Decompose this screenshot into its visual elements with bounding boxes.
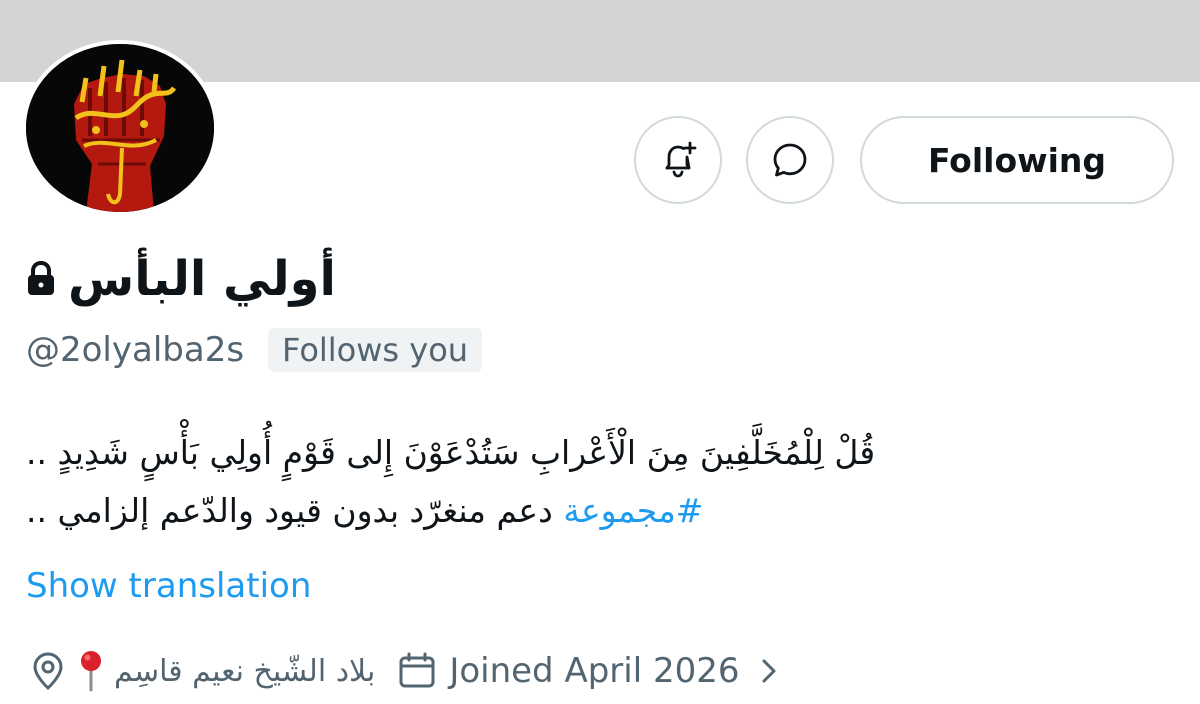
- location-pin-icon: [33, 652, 63, 691]
- location-text: بلاد الشّيخ نعيم قاسِم: [114, 653, 376, 689]
- red-pin-emoji: [81, 651, 101, 692]
- avatar[interactable]: [26, 44, 214, 212]
- bell-plus-icon: [665, 141, 697, 178]
- handle-row: @2olyalba2s Follows you: [26, 326, 483, 374]
- message-button[interactable]: [746, 116, 834, 204]
- joined-date: Joined April 2026: [449, 651, 740, 691]
- bio-line-2-text: دعم منغرّد بدون قيود والدّعم إلزامي ..: [26, 491, 564, 530]
- profile-meta-row: بلاد الشّيخ نعيم قاسِم Joined April 2026: [26, 644, 782, 698]
- hashtag-link[interactable]: #مجموعة: [563, 491, 703, 530]
- lock-icon: [28, 260, 54, 295]
- avatar-fist-calligraphy-image: [26, 44, 214, 212]
- display-name: أولي البأس: [68, 251, 336, 307]
- show-translation-link[interactable]: Show translation: [26, 566, 311, 606]
- chevron-right-icon[interactable]: [756, 651, 782, 691]
- message-bubble-icon: [773, 143, 807, 177]
- display-name-row: أولي البأس: [24, 244, 584, 314]
- notifications-button[interactable]: [634, 116, 722, 204]
- following-button[interactable]: Following: [860, 116, 1174, 204]
- bio-line-1: قُلْ لِلْمُخَلَّفِينَ مِنَ الْأَعْرابِ س…: [26, 433, 876, 472]
- calendar-icon: [399, 652, 435, 688]
- user-handle: @2olyalba2s: [26, 330, 245, 370]
- follows-you-badge: Follows you: [268, 328, 483, 372]
- profile-bio: قُلْ لِلْمُخَلَّفِينَ مِنَ الْأَعْرابِ س…: [26, 424, 1046, 540]
- bio-line-2: #مجموعة دعم منغرّد بدون قيود والدّعم إلز…: [26, 482, 1046, 540]
